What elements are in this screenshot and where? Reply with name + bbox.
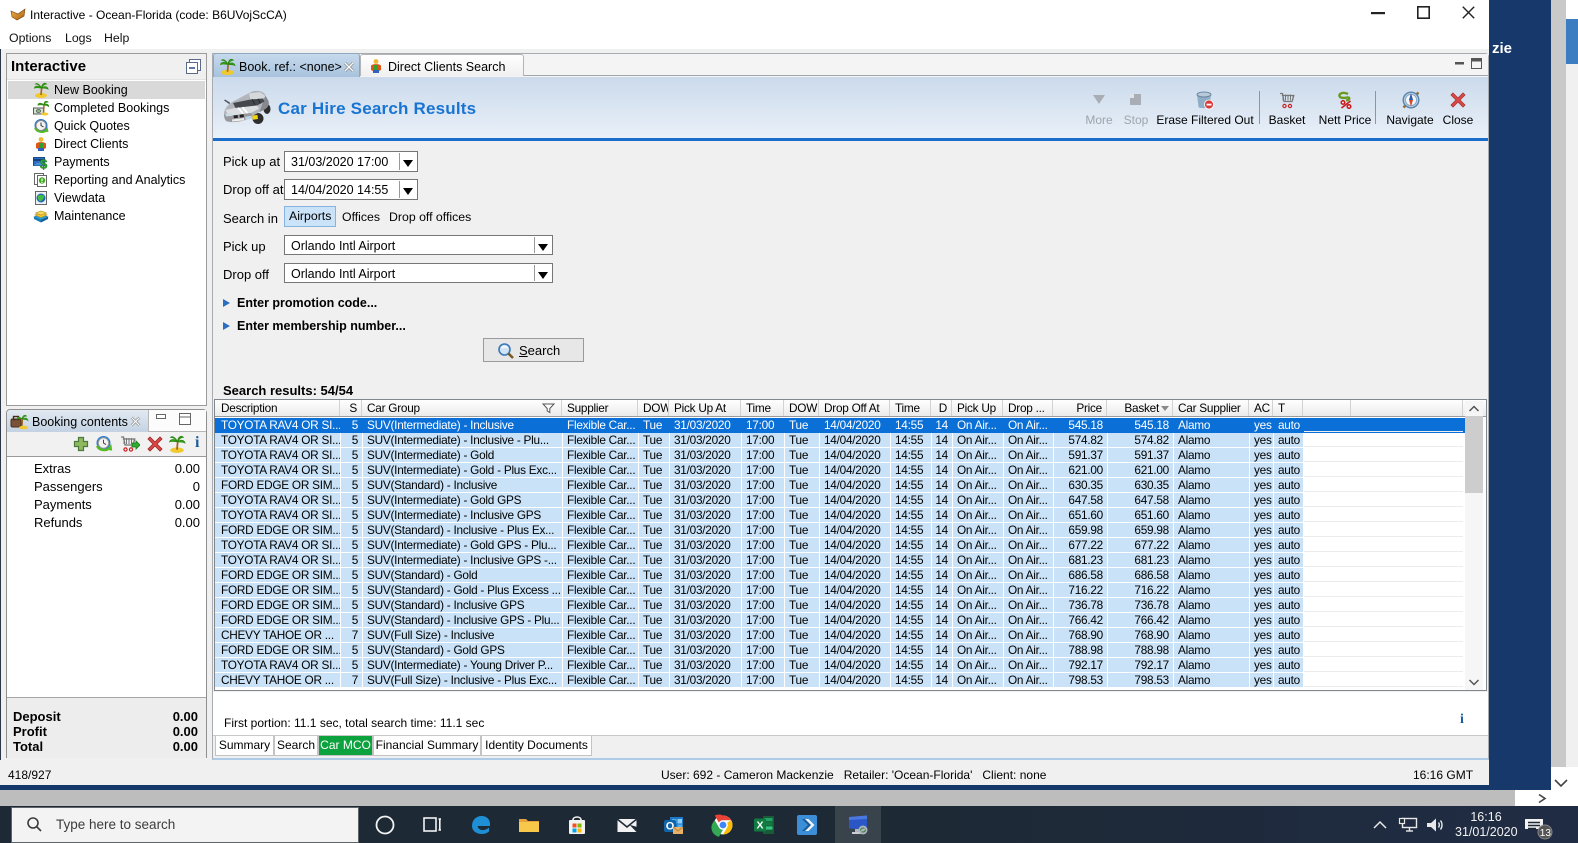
- svg-text:X: X: [757, 820, 764, 832]
- svg-text:$: $: [40, 157, 48, 171]
- svg-text:13: 13: [1540, 828, 1552, 839]
